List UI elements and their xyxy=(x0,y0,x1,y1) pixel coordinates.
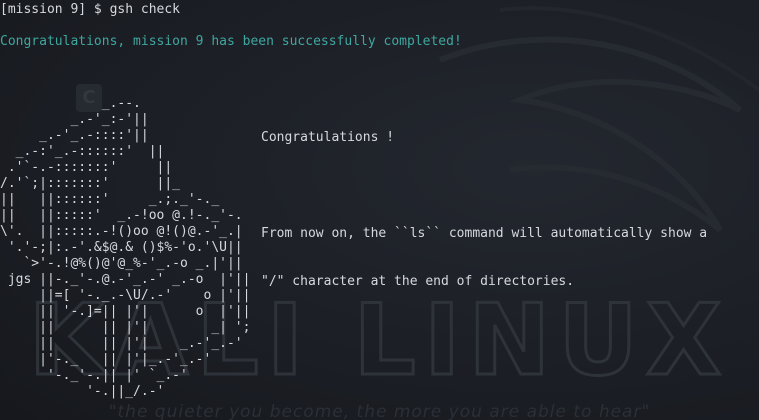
message-body-line-1: From now on, the ``ls`` command will aut… xyxy=(261,226,708,241)
message-body-line-2: "/" character at the end of directories. xyxy=(261,274,575,289)
terminal-window[interactable]: C KALI LINUX "the quieter you become, th… xyxy=(0,0,759,420)
ascii-art-cube: _.--. _.-'_:-'|| _.-'_.-::::'|| _.-:'_.-… xyxy=(0,96,251,399)
congratulations-message: Congratulations ! From now on, the ``ls`… xyxy=(261,98,707,322)
message-heading: Congratulations ! xyxy=(261,130,395,145)
kali-tagline-watermark: "the quieter you become, the more you ar… xyxy=(108,402,651,420)
command-prompt-line: [mission 9] $ gsh check xyxy=(0,2,181,17)
success-message: Congratulations, mission 9 has been succ… xyxy=(0,34,462,49)
